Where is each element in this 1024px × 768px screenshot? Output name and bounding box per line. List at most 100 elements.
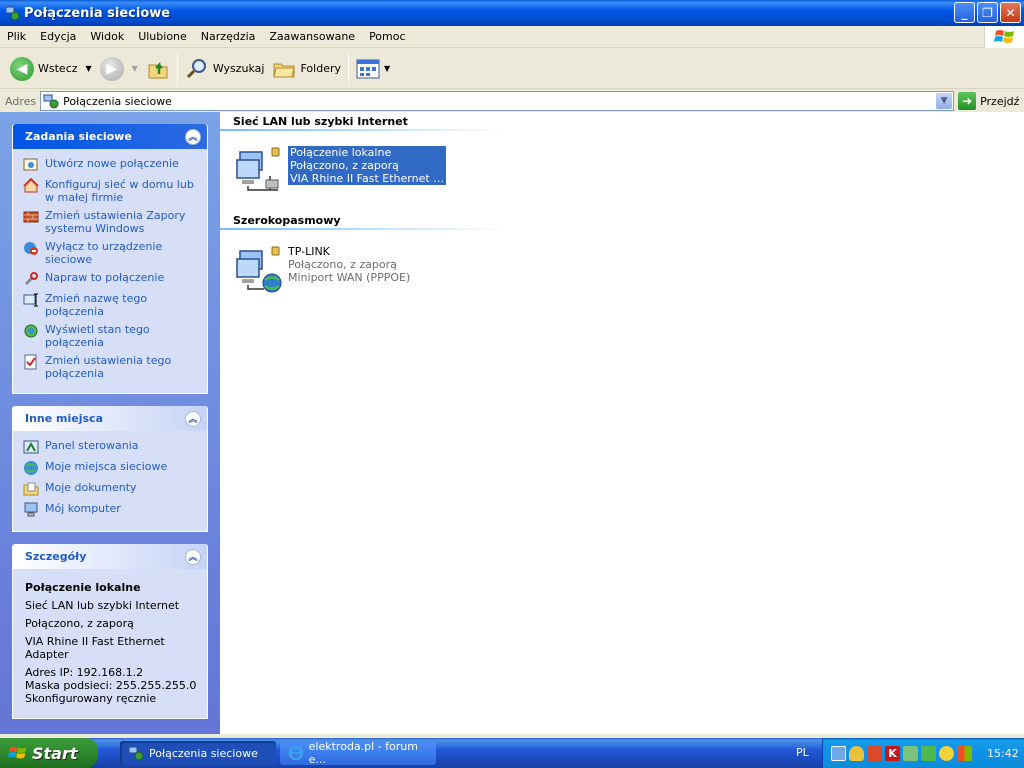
app-tray-icon[interactable] <box>957 745 972 761</box>
disable-device-icon <box>24 242 38 255</box>
details-connection-type: Sieć LAN lub szybki Internet <box>25 599 180 612</box>
connection-device: VIA Rhine II Fast Ethernet Ad... <box>288 172 446 185</box>
menu-view[interactable]: Widok <box>83 30 131 43</box>
wrench-icon <box>24 272 38 286</box>
settings-checklist-icon <box>24 354 37 370</box>
maximize-button[interactable]: ❐ <box>977 2 998 23</box>
forward-arrow-icon: ▶ <box>99 56 124 81</box>
start-button[interactable]: Start <box>0 738 98 768</box>
network-activity-icon[interactable] <box>903 745 918 761</box>
task-home-network-setup[interactable]: Konfiguruj sieć w domu lub w małej firmi… <box>23 178 199 204</box>
network-connections-icon <box>43 94 59 109</box>
task-create-connection[interactable]: Utwórz nowe połączenie <box>23 157 199 173</box>
place-label: Mój komputer <box>45 502 121 515</box>
place-label: Panel sterowania <box>45 439 139 452</box>
group-divider <box>220 129 510 131</box>
start-label: Start <box>32 743 78 763</box>
connection-item-tplink[interactable]: TP-LINK Połączono, z zaporą Miniport WAN… <box>234 245 410 293</box>
network-tray-icon[interactable] <box>831 745 846 761</box>
kaspersky-icon[interactable]: K <box>885 745 900 761</box>
views-dropdown-icon[interactable]: ▼ <box>384 64 390 73</box>
toolbar-separator <box>348 53 349 84</box>
network-tasks-panel: Zadania sieciowe ︽ Utwórz nowe połączeni… <box>12 124 208 394</box>
details-mask: Maska podsieci: 255.255.255.0 <box>25 679 197 692</box>
home-network-icon <box>23 178 39 193</box>
new-connection-icon <box>23 158 38 171</box>
menu-file[interactable]: Plik <box>0 30 33 43</box>
details-header[interactable]: Szczegóły ︽ <box>13 544 207 569</box>
menu-advanced[interactable]: Zaawansowane <box>262 30 362 43</box>
connection-item-local[interactable]: Połączenie lokalne Połączono, z zaporą V… <box>234 146 446 194</box>
place-my-computer[interactable]: Mój komputer <box>23 502 199 518</box>
firewall-icon <box>23 211 39 223</box>
taskbar: Start Połączenia sieciowe elektroda.pl -… <box>0 738 1024 768</box>
title-bar[interactable]: Połączenia sieciowe _ ❐ ✕ <box>0 0 1024 26</box>
folders-button[interactable]: Foldery <box>268 53 345 85</box>
status-icon <box>24 324 38 338</box>
rename-icon <box>23 293 38 307</box>
toolbar-separator <box>176 53 178 84</box>
back-arrow-icon: ◀ <box>10 56 34 81</box>
address-field[interactable]: Połączenia sieciowe ▼ <box>40 91 955 111</box>
folders-icon <box>273 63 296 77</box>
address-dropdown-icon[interactable]: ▼ <box>936 93 953 109</box>
security-shield-icon[interactable] <box>849 745 864 761</box>
back-button[interactable]: ◀ Wstecz ▼ <box>6 53 96 85</box>
collapse-chevron-icon[interactable]: ︽ <box>185 548 201 565</box>
details-connection-name: Połączenie lokalne <box>25 581 141 594</box>
media-icon[interactable] <box>939 745 954 761</box>
menu-favorites[interactable]: Ulubione <box>131 30 194 43</box>
task-rename-connection[interactable]: Zmień nazwę tego połączenia <box>23 292 199 318</box>
task-firewall-settings[interactable]: Zmień ustawienia Zapory systemu Windows <box>23 209 199 235</box>
task-view-status[interactable]: Wyświetl stan tego połączenia <box>23 323 199 349</box>
task-repair-connection[interactable]: Napraw to połączenie <box>23 271 199 287</box>
system-tray: K 15:42 <box>822 738 1024 768</box>
other-places-header[interactable]: Inne miejsca ︽ <box>13 406 207 431</box>
network-places-icon <box>24 461 38 475</box>
place-my-network-places[interactable]: Moje miejsca sieciowe <box>23 460 199 476</box>
window-title: Połączenia sieciowe <box>24 5 171 21</box>
collapse-chevron-icon[interactable]: ︽ <box>185 128 201 145</box>
network-connections-icon <box>128 746 144 761</box>
forward-dropdown-icon[interactable]: ▼ <box>132 64 138 73</box>
my-documents-icon <box>23 482 39 496</box>
close-button[interactable]: ✕ <box>1000 2 1021 23</box>
back-label: Wstecz <box>38 62 78 75</box>
taskbar-item-network-connections[interactable]: Połączenia sieciowe <box>120 741 276 765</box>
back-dropdown-icon[interactable]: ▼ <box>86 64 92 73</box>
forward-button[interactable]: ▶ ▼ <box>96 53 142 85</box>
folder-up-icon <box>148 61 168 78</box>
task-disable-device[interactable]: Wyłącz to urządzenie sieciowe <box>23 240 199 266</box>
lan-connection-icon <box>236 147 280 191</box>
place-my-documents[interactable]: Moje dokumenty <box>23 481 199 497</box>
go-button[interactable]: ➜ Przejdź <box>958 92 1019 110</box>
network-tasks-title: Zadania sieciowe <box>25 130 132 143</box>
control-panel-icon <box>23 440 39 454</box>
other-places-title: Inne miejsca <box>25 412 103 425</box>
task-label: Zmień ustawienia tego połączenia <box>45 354 172 380</box>
task-change-settings[interactable]: Zmień ustawienia tego połączenia <box>23 354 199 380</box>
update-icon[interactable] <box>921 745 936 761</box>
folders-label: Foldery <box>300 62 341 75</box>
search-button[interactable]: Wyszukaj <box>181 53 269 85</box>
collapse-chevron-icon[interactable]: ︽ <box>185 410 201 427</box>
task-label: Konfiguruj sieć w domu lub w małej firmi… <box>45 178 194 204</box>
menu-tools[interactable]: Narzędzia <box>194 30 263 43</box>
task-label: Wyświetl stan tego połączenia <box>45 323 150 349</box>
network-tasks-header[interactable]: Zadania sieciowe ︽ <box>13 124 207 149</box>
taskbar-item-browser[interactable]: elektroda.pl - forum e... <box>280 740 436 766</box>
antivirus-icon[interactable] <box>867 745 882 761</box>
connections-view[interactable]: Sieć LAN lub szybki Internet Połączenie … <box>220 112 1024 734</box>
up-folder-button[interactable] <box>142 53 174 85</box>
details-panel: Szczegóły ︽ Połączenie lokalne Sieć LAN … <box>12 544 208 719</box>
menu-edit[interactable]: Edycja <box>33 30 83 43</box>
network-connections-icon <box>5 6 20 21</box>
task-label: Wyłącz to urządzenie sieciowe <box>45 240 163 266</box>
menu-help[interactable]: Pomoc <box>362 30 412 43</box>
views-button[interactable]: ▼ <box>352 53 394 85</box>
clock[interactable]: 15:42 <box>987 747 1019 760</box>
language-indicator[interactable]: PL <box>796 746 809 759</box>
place-control-panel[interactable]: Panel sterowania <box>23 439 199 455</box>
details-title: Szczegóły <box>25 550 87 563</box>
minimize-button[interactable]: _ <box>954 2 975 23</box>
